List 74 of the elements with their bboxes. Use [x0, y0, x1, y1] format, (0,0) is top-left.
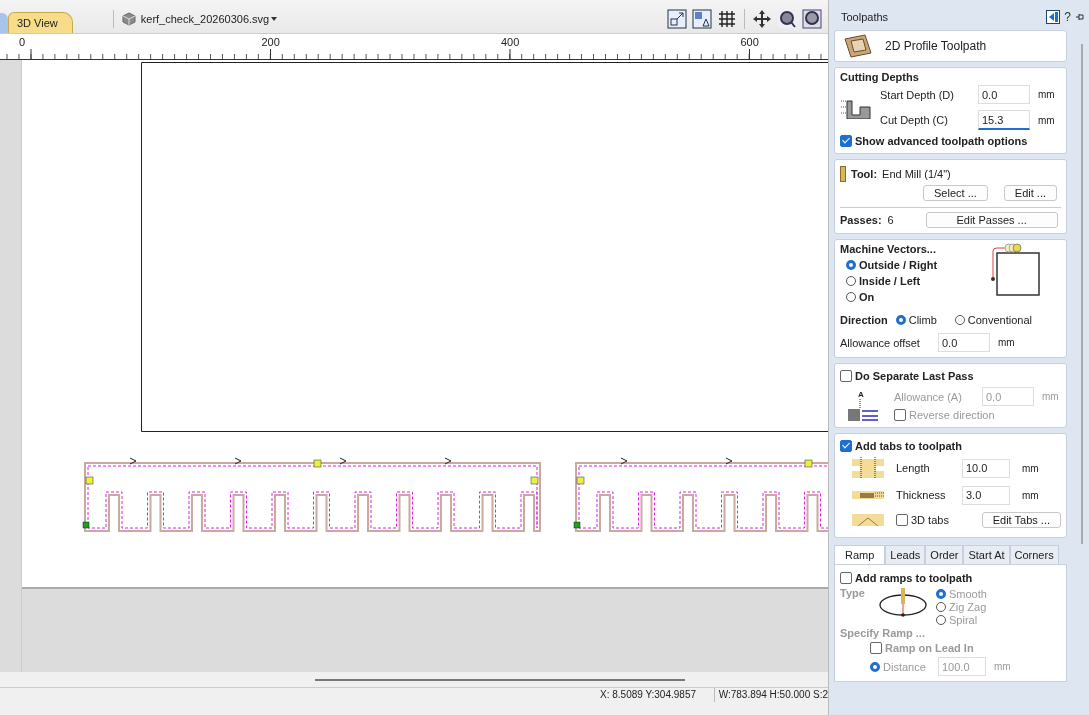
specify-ramp-label: Specify Ramp ...	[840, 627, 926, 639]
ruler-label: 400	[501, 36, 520, 48]
depth-input[interactable]: 0.0	[978, 85, 1030, 104]
unit-label: mm	[1038, 89, 1055, 100]
passes-label: Passes:	[840, 214, 882, 226]
unit-label: mm	[994, 661, 1011, 672]
cursor-position: X: 8.5089 Y:304.9857	[600, 688, 697, 702]
tool-button[interactable]: Select ...	[923, 185, 988, 201]
unit-label: mm	[998, 337, 1015, 348]
scrollbar-thumb[interactable]	[315, 678, 685, 681]
add-ramps-checkbox[interactable]: Add ramps to toolpath	[840, 572, 1061, 584]
edit-tabs-button[interactable]: Edit Tabs ...	[981, 512, 1061, 528]
zoom-box-icon[interactable]	[802, 8, 822, 29]
panel-title: Toolpaths	[841, 11, 890, 23]
view-tab[interactable]: 3D View	[8, 12, 73, 33]
unit-label: mm	[1022, 462, 1039, 474]
tab-size-input[interactable]: 10.0	[962, 458, 1010, 478]
ruler-label: 0	[19, 36, 26, 48]
option-tab[interactable]: Start At	[963, 545, 1010, 564]
field-label: Start Depth (D)	[880, 88, 955, 101]
option-tab[interactable]: Corners	[1009, 545, 1059, 564]
tool-button[interactable]: Edit ...	[1003, 185, 1057, 201]
direction-radio[interactable]: Climb	[895, 314, 937, 326]
grid-icon[interactable]	[717, 8, 737, 29]
panel-scrollbar[interactable]	[1081, 44, 1083, 544]
option-tab[interactable]: Order	[925, 545, 964, 564]
type-label: Type	[840, 587, 866, 601]
cube-icon	[121, 11, 136, 26]
field-label: Cut Depth (C)	[880, 114, 949, 126]
ruler-label: 600	[740, 36, 759, 48]
passes-value: 6	[887, 214, 895, 226]
option-tab[interactable]: Leads	[885, 545, 926, 564]
machine-side-radio[interactable]: On	[846, 291, 938, 303]
ruler-label: 200	[261, 36, 280, 48]
add-tabs-checkbox[interactable]: Add tabs to toolpath	[840, 440, 1061, 452]
edit-passes-button[interactable]: Edit Passes ...	[925, 212, 1058, 228]
unit-label: mm	[1022, 489, 1039, 501]
profile-toolpath-icon	[843, 33, 873, 59]
pan-icon[interactable]	[752, 8, 772, 29]
tool-label: Tool:	[851, 168, 878, 180]
zoom-extents-icon[interactable]	[667, 8, 687, 29]
field-label: Allowance (A)	[894, 390, 963, 403]
separate-last-pass-checkbox[interactable]: Do Separate Last Pass	[840, 370, 1061, 382]
pin-icon[interactable]	[1075, 12, 1085, 22]
allowance-input[interactable]: 0.0	[938, 333, 990, 352]
field-label: Thickness	[896, 489, 947, 501]
dock-icon[interactable]	[1046, 10, 1061, 24]
dropdown-caret-icon[interactable]	[271, 16, 278, 21]
unit-label: mm	[1042, 391, 1059, 402]
machine-side-radio[interactable]: Inside / Left	[846, 275, 938, 287]
option-tab[interactable]: Ramp	[834, 545, 886, 564]
unit-label: mm	[1038, 114, 1055, 126]
section-title: Machine Vectors...	[840, 243, 937, 255]
machine-side-radio[interactable]: Outside / Right	[846, 259, 938, 271]
direction-radio[interactable]: Conventional	[954, 314, 1033, 326]
ramp-diagram	[878, 587, 928, 619]
toolpath-type-title: 2D Profile Toolpath	[885, 39, 987, 53]
3d-tabs-checkbox[interactable]: 3D tabs	[896, 514, 949, 526]
field-label: Length	[896, 462, 931, 474]
field-label: Allowance offset	[840, 336, 921, 349]
advanced-options-checkbox[interactable]: Show advanced toolpath options	[840, 135, 1061, 147]
tab-size-input[interactable]: 3.0	[962, 485, 1010, 505]
tool-name: End Mill (1/4")	[882, 168, 951, 180]
tab-3d-icon	[850, 512, 886, 528]
document-selector[interactable]: kerf_check_20260306.svg	[140, 12, 270, 25]
section-title: Cutting Depths	[840, 71, 920, 83]
help-button[interactable]: ?	[1064, 10, 1071, 24]
last-pass-diagram: A	[846, 388, 880, 421]
zoom-icon[interactable]	[777, 8, 797, 29]
tab-length-icon	[850, 457, 886, 479]
direction-label: Direction	[840, 314, 888, 326]
end-mill-icon	[840, 166, 846, 182]
depth-input[interactable]: 15.3	[978, 110, 1030, 130]
shapes-view-icon[interactable]	[692, 8, 712, 29]
